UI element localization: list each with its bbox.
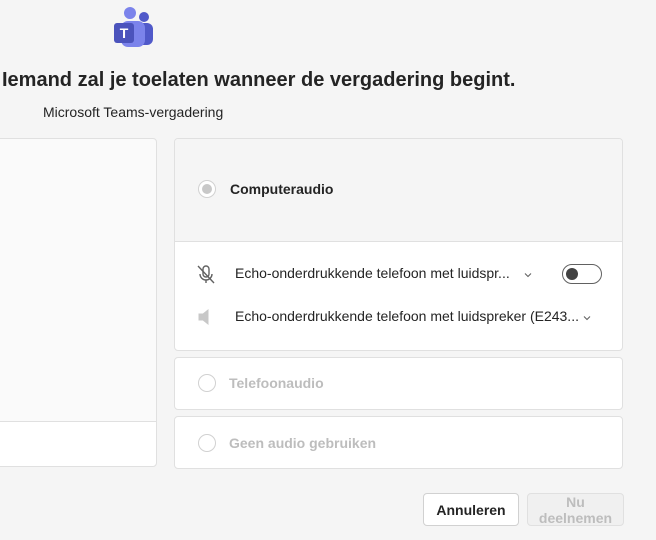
cancel-button[interactable]: Annuleren: [423, 493, 519, 526]
meeting-subtitle: Microsoft Teams-vergadering: [43, 104, 224, 120]
teams-logo-letter: T: [120, 25, 129, 41]
speaker-device-select[interactable]: Echo-onderdrukkende telefoon met luidspr…: [235, 308, 579, 324]
teams-logo-icon: T: [114, 7, 153, 47]
video-preview-panel: [0, 138, 157, 467]
video-controls-bar: [0, 421, 156, 466]
microphone-device-select[interactable]: Echo-onderdrukkende telefoon met luidspr…: [235, 265, 510, 281]
no-audio-option[interactable]: Geen audio gebruiken: [174, 416, 623, 469]
toggle-knob: [566, 268, 578, 280]
chevron-down-icon[interactable]: [523, 270, 533, 280]
page-title: Iemand zal je toelaten wanneer de vergad…: [2, 69, 516, 91]
no-audio-radio[interactable]: [198, 434, 216, 452]
speaker-icon: [198, 308, 209, 326]
microphone-toggle[interactable]: [562, 264, 602, 284]
phone-audio-radio[interactable]: [198, 374, 216, 392]
chevron-down-icon[interactable]: [582, 313, 592, 323]
speaker-device-row[interactable]: Echo-onderdrukkende telefoon met luidspr…: [175, 300, 622, 334]
computer-audio-radio[interactable]: [198, 180, 216, 198]
phone-audio-label: Telefoonaudio: [229, 375, 324, 391]
join-now-button[interactable]: Nu deelnemen: [527, 493, 624, 526]
microphone-device-row[interactable]: Echo-onderdrukkende telefoon met luidspr…: [175, 257, 622, 291]
phone-audio-option[interactable]: Telefoonaudio: [174, 357, 623, 410]
computer-audio-label: Computeraudio: [230, 181, 334, 197]
computer-audio-header[interactable]: Computeraudio: [175, 139, 622, 242]
microphone-off-icon: [197, 265, 215, 284]
computer-audio-option[interactable]: Computeraudio Echo-onderdrukkende telefo…: [174, 138, 623, 351]
no-audio-label: Geen audio gebruiken: [229, 435, 377, 451]
